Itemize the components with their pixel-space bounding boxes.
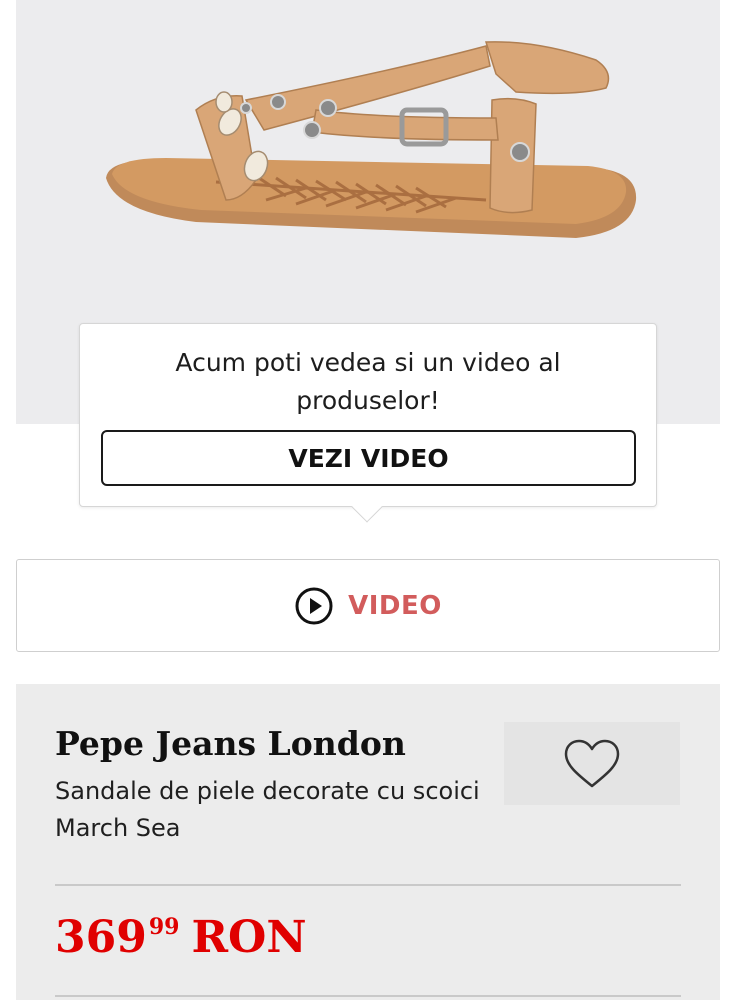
price-integer: 369: [55, 912, 147, 963]
tooltip-message: Acum poti vedea si un video al produselo…: [175, 348, 561, 415]
price-currency: RON: [191, 912, 307, 963]
brand-name[interactable]: Pepe Jeans London: [55, 724, 406, 763]
play-circle-icon: [295, 587, 333, 624]
video-button-label: VIDEO: [348, 590, 442, 621]
product-price: 369 99 RON: [55, 912, 307, 964]
divider-bottom: [55, 995, 681, 997]
price-decimals: 99: [148, 914, 180, 940]
video-button[interactable]: VIDEO: [16, 559, 720, 652]
product-info-panel: Pepe Jeans London Sandale de piele decor…: [16, 684, 720, 1000]
wishlist-button[interactable]: [504, 722, 680, 805]
video-tooltip: Acum poti vedea si un video al produselo…: [79, 323, 657, 523]
divider: [55, 884, 681, 886]
product-title: Sandale de piele decorate cu scoici Marc…: [55, 777, 480, 842]
vezi-video-button[interactable]: VEZI VIDEO: [101, 430, 636, 486]
heart-icon: [564, 739, 620, 787]
tooltip-arrow: [351, 491, 383, 523]
